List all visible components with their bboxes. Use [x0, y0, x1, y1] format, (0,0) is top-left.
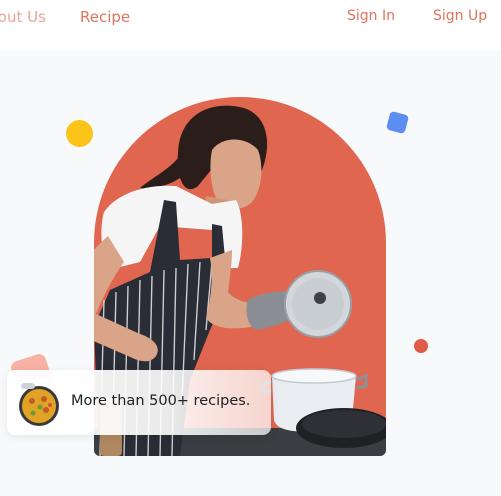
blue-decor-square [385, 110, 410, 135]
paella-dish-icon [15, 379, 63, 427]
badge-text: More than 500+ recipes. [71, 393, 251, 409]
sign-up-link[interactable]: Sign Up [433, 8, 487, 24]
nav-link-recipe[interactable]: Recipe [80, 8, 130, 26]
yellow-decor-dot [66, 120, 93, 147]
recipes-badge: More than 500+ recipes. [7, 370, 271, 435]
sign-in-link[interactable]: Sign In [347, 8, 395, 24]
nav-link-about[interactable]: About Us [0, 8, 46, 26]
red-decor-dot [414, 339, 428, 353]
top-navbar: About Us Recipe Sign In Sign Up [0, 0, 501, 50]
